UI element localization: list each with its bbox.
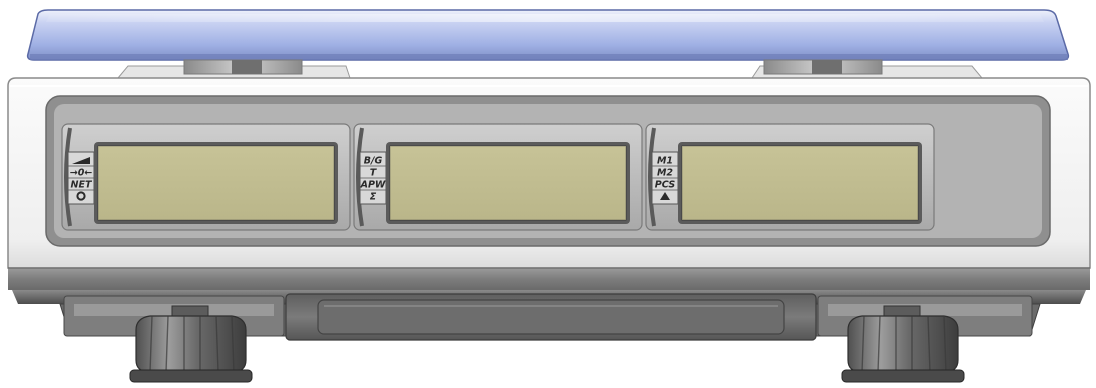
display-panel-1: →0←NET (61, 123, 351, 231)
housing-band (8, 267, 1090, 290)
weighing-pan (26, 9, 1070, 61)
m2-indicator: M2 (657, 168, 673, 179)
net-indicator: NET (71, 180, 93, 191)
apw-indicator: APW (360, 180, 386, 191)
left-foot (129, 305, 253, 383)
pan-support-right (751, 59, 984, 79)
display-panels: →0←NETB/GTAPWΣM1M2PCS (61, 123, 935, 231)
battery-tray (285, 293, 817, 341)
right-foot (841, 305, 965, 383)
pcs-indicator: PCS (655, 180, 676, 191)
pan-support-left (116, 59, 351, 79)
sum-indicator: Σ (370, 192, 377, 203)
display-panel-2: B/GTAPWΣ (353, 123, 643, 231)
zero-indicator-icon: →0← (70, 168, 93, 179)
display-panel-3: M1M2PCS (645, 123, 935, 231)
bg-indicator: B/G (364, 156, 383, 167)
m1-indicator: M1 (657, 156, 673, 167)
weighing-scale: →0←NETB/GTAPWΣM1M2PCS (7, 9, 1091, 383)
